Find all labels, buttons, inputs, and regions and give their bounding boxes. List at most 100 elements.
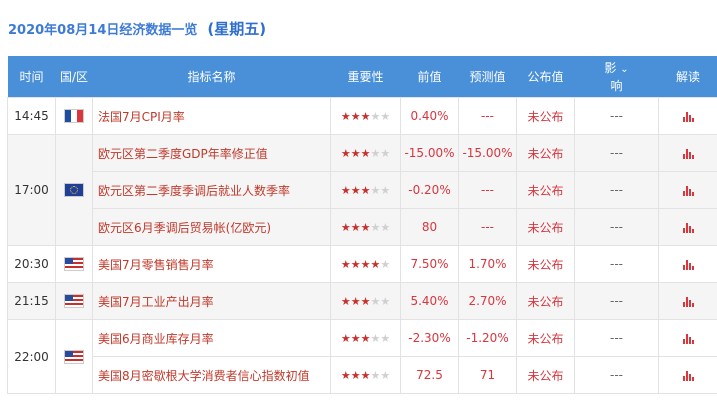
col-previous: 前值	[400, 56, 459, 98]
col-actual: 公布值	[516, 56, 575, 98]
importance-cell: ★★★★★	[330, 208, 401, 246]
page-title: 2020年08月14日经济数据一览 (星期五)	[0, 0, 717, 56]
importance-cell: ★★★★★	[330, 319, 401, 357]
bar-chart-icon[interactable]	[682, 111, 694, 122]
table-row: 欧元区第二季度季调后就业人数季率 ★★★★★ -0.20% --- 未公布 ---	[8, 171, 717, 209]
bar-chart-icon[interactable]	[682, 222, 694, 233]
forecast-value: ---	[458, 97, 517, 135]
country-cell	[55, 97, 93, 135]
impact-value: ---	[574, 356, 659, 394]
interpret-cell[interactable]	[658, 356, 717, 394]
france-flag-icon	[64, 109, 84, 124]
interpret-cell[interactable]	[658, 245, 717, 283]
table-row: 17:00 欧元区第二季度GDP年率修正值 ★★★★★ -15.00% -15.00% 未…	[7, 134, 717, 246]
col-country: 国/区	[55, 56, 93, 98]
impact-label-bottom: 响	[610, 78, 623, 93]
col-impact[interactable]: 影 ⌄ 响	[574, 56, 659, 98]
impact-value: ---	[574, 134, 659, 172]
previous-value: -2.30%	[400, 319, 459, 357]
interpret-cell[interactable]	[658, 171, 717, 209]
table-row: 欧元区6月季调后贸易帐(亿欧元) ★★★★★ 80 --- 未公布 ---	[8, 208, 717, 246]
star-rating-icon: ★★★★★	[340, 110, 391, 123]
table-row: 14:45 法国7月CPI月率 ★★★★★ 0.40% --- 未公布 ---	[7, 97, 717, 135]
col-indicator: 指标名称	[92, 56, 331, 98]
impact-label-top: 影	[604, 60, 617, 75]
us-flag-icon	[64, 294, 84, 309]
bar-chart-icon[interactable]	[682, 259, 694, 270]
country-cell	[55, 319, 93, 394]
importance-cell: ★★★★★	[330, 245, 401, 283]
previous-value: 72.5	[400, 356, 459, 394]
indicator-link[interactable]: 欧元区第二季度季调后就业人数季率	[92, 171, 331, 209]
impact-value: ---	[574, 171, 659, 209]
interpret-cell[interactable]	[658, 319, 717, 357]
bar-chart-icon[interactable]	[682, 333, 694, 344]
interpret-cell[interactable]	[658, 97, 717, 135]
bar-chart-icon[interactable]	[682, 370, 694, 381]
indicator-link[interactable]: 美国6月商业库存月率	[92, 319, 331, 357]
forecast-value: ---	[458, 171, 517, 209]
table-body: 14:45 法国7月CPI月率 ★★★★★ 0.40% --- 未公布 --- 17:00 欧元…	[7, 97, 717, 394]
star-rating-icon: ★★★★★	[340, 332, 391, 345]
bar-chart-icon[interactable]	[682, 296, 694, 307]
forecast-value: 2.70%	[458, 282, 517, 320]
star-rating-icon: ★★★★★	[340, 147, 391, 160]
forecast-value: -15.00%	[458, 134, 517, 172]
actual-value: 未公布	[516, 171, 575, 209]
importance-cell: ★★★★★	[330, 134, 401, 172]
forecast-value: -1.20%	[458, 319, 517, 357]
forecast-value: 71	[458, 356, 517, 394]
us-flag-icon	[64, 349, 84, 364]
impact-value: ---	[574, 319, 659, 357]
actual-value: 未公布	[516, 208, 575, 246]
time-cell: 21:15	[7, 282, 56, 320]
indicator-link[interactable]: 美国7月零售销售月率	[92, 245, 331, 283]
impact-value: ---	[574, 282, 659, 320]
previous-value: -0.20%	[400, 171, 459, 209]
time-cell: 22:00	[7, 319, 56, 394]
indicator-link[interactable]: 法国7月CPI月率	[92, 97, 331, 135]
actual-value: 未公布	[516, 134, 575, 172]
col-importance[interactable]: 重要性	[330, 56, 401, 98]
date-heading: 2020年08月14日经济数据一览	[8, 22, 198, 38]
previous-value: -15.00%	[400, 134, 459, 172]
star-rating-icon: ★★★★★	[340, 258, 391, 271]
bar-chart-icon[interactable]	[682, 148, 694, 159]
table-row: 22:00 美国6月商业库存月率 ★★★★★ -2.30% -1.20% 未公布 ---	[7, 319, 717, 394]
bar-chart-icon[interactable]	[682, 185, 694, 196]
interpret-cell[interactable]	[658, 134, 717, 172]
col-forecast: 预测值	[458, 56, 517, 98]
interpret-cell[interactable]	[658, 208, 717, 246]
table-row: 美国8月密歇根大学消费者信心指数初值 ★★★★★ 72.5 71 未公布 ---	[8, 356, 717, 394]
indicator-link[interactable]: 美国8月密歇根大学消费者信心指数初值	[92, 356, 331, 394]
forecast-value: ---	[458, 208, 517, 246]
time-cell: 14:45	[7, 97, 56, 135]
forecast-value: 1.70%	[458, 245, 517, 283]
star-rating-icon: ★★★★★	[340, 369, 391, 382]
weekday-label: (星期五)	[207, 19, 267, 38]
actual-value: 未公布	[516, 319, 575, 357]
actual-value: 未公布	[516, 245, 575, 283]
impact-value: ---	[574, 208, 659, 246]
us-flag-icon	[64, 257, 84, 272]
time-cell: 17:00	[7, 134, 56, 246]
previous-value: 5.40%	[400, 282, 459, 320]
indicator-link[interactable]: 欧元区6月季调后贸易帐(亿欧元)	[92, 208, 331, 246]
actual-value: 未公布	[516, 97, 575, 135]
star-rating-icon: ★★★★★	[340, 221, 391, 234]
country-cell	[55, 282, 93, 320]
indicator-link[interactable]: 欧元区第二季度GDP年率修正值	[92, 134, 331, 172]
previous-value: 0.40%	[400, 97, 459, 135]
eu-flag-icon	[64, 183, 84, 198]
country-cell	[55, 134, 93, 246]
table-row: 21:15 美国7月工业产出月率 ★★★★★ 5.40% 2.70% 未公布 ---	[7, 282, 717, 320]
interpret-cell[interactable]	[658, 282, 717, 320]
impact-value: ---	[574, 97, 659, 135]
table-header: 时间 国/区 指标名称 重要性 前值 预测值 公布值 影 ⌄ 响 解读	[7, 56, 717, 98]
indicator-link[interactable]: 美国7月工业产出月率	[92, 282, 331, 320]
importance-cell: ★★★★★	[330, 356, 401, 394]
star-rating-icon: ★★★★★	[340, 184, 391, 197]
importance-cell: ★★★★★	[330, 97, 401, 135]
country-cell	[55, 245, 93, 283]
chevron-down-icon[interactable]: ⌄	[620, 64, 628, 75]
